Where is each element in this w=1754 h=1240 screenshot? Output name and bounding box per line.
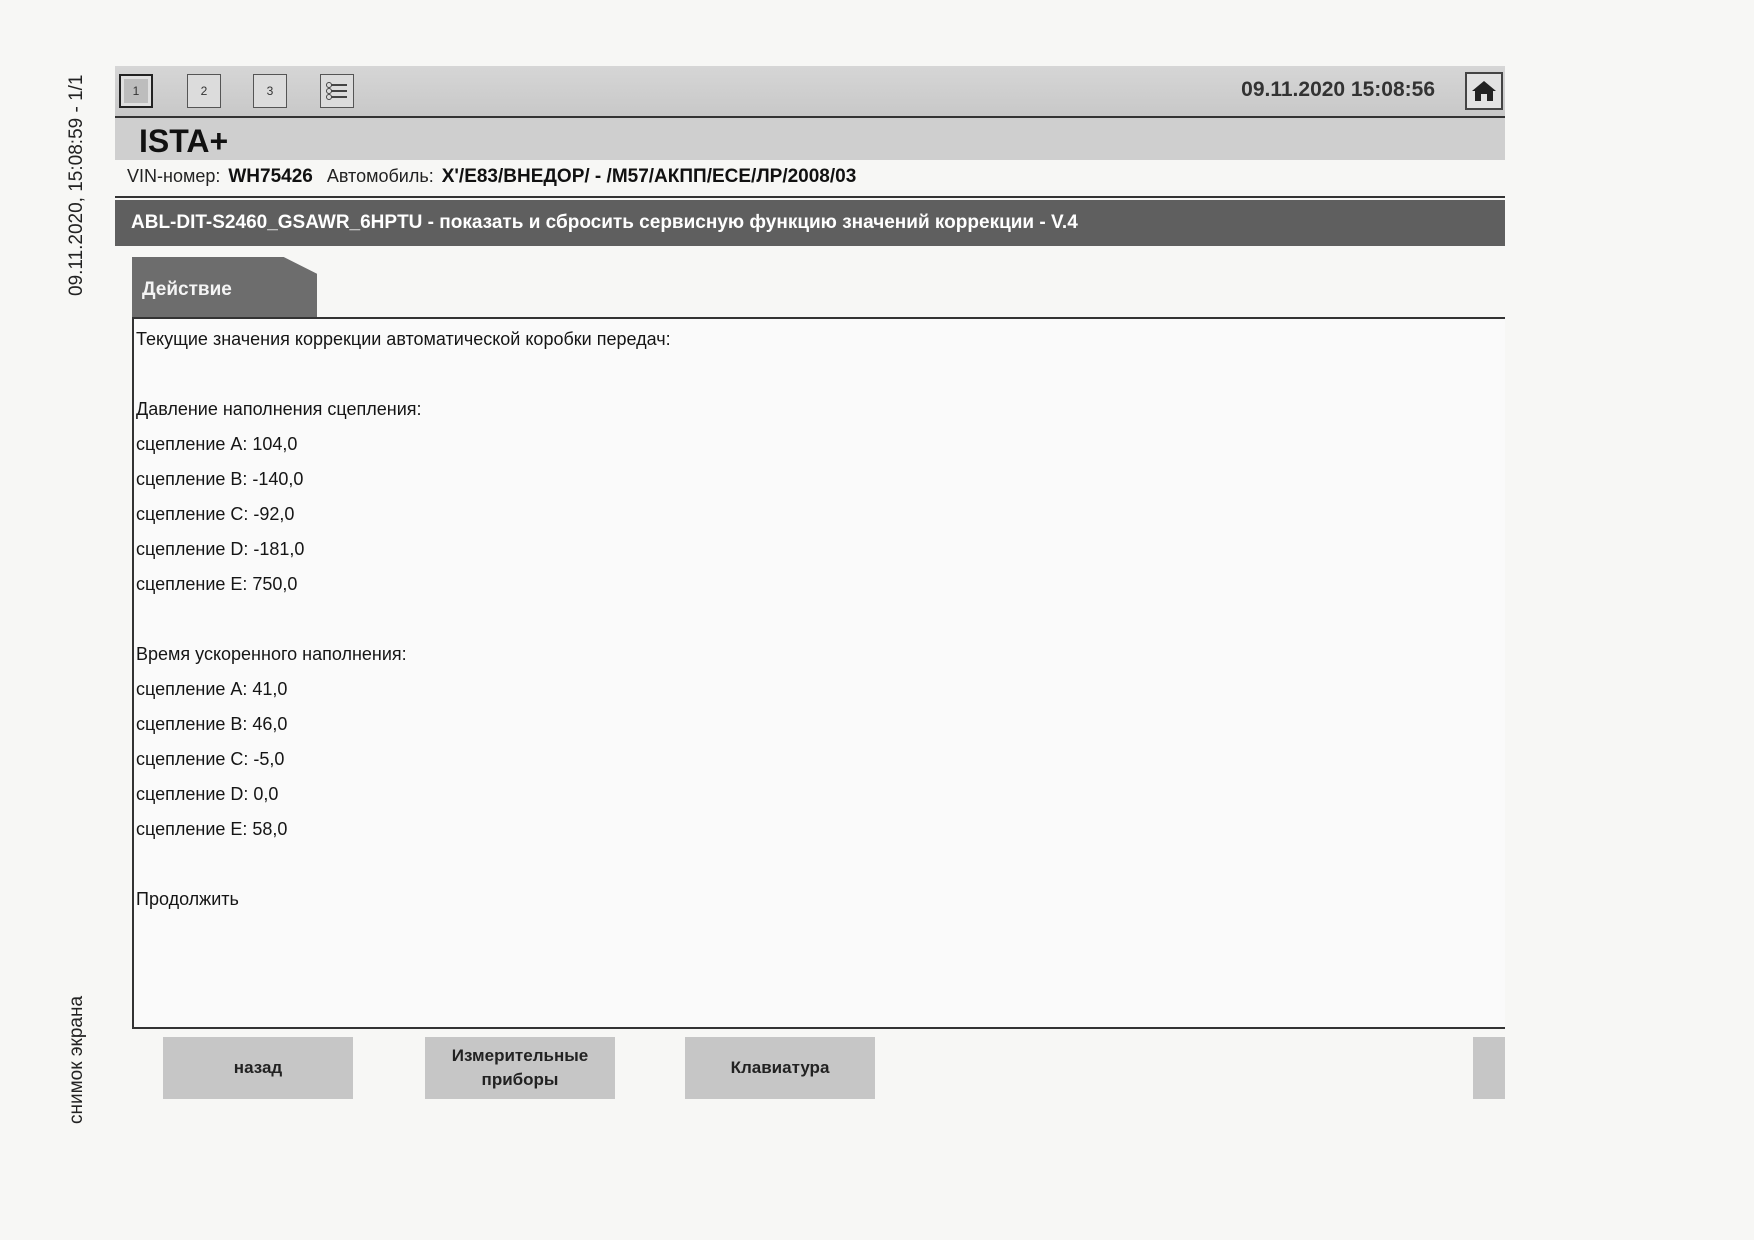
car-label: Автомобиль: bbox=[326, 166, 434, 186]
content-panel: Текущие значения коррекции автоматическо… bbox=[132, 317, 1505, 1029]
keyboard-button[interactable]: Клавиатура bbox=[685, 1037, 875, 1099]
scroll-right-button[interactable] bbox=[1473, 1037, 1505, 1099]
vin-value: WH75426 bbox=[228, 166, 313, 187]
measuring-instruments-label-2: приборы bbox=[481, 1070, 559, 1089]
tab-action[interactable]: Действие bbox=[132, 257, 317, 317]
back-button[interactable]: назад bbox=[163, 1037, 353, 1099]
home-icon[interactable] bbox=[1465, 72, 1503, 110]
measuring-instruments-label-1: Измерительные bbox=[451, 1046, 589, 1065]
fast-fill-clutch-e: сцепление E: 58,0 bbox=[136, 819, 288, 839]
function-title-bar: ABL-DIT-S2460_GSAWR_6HPTU - показать и с… bbox=[115, 200, 1505, 246]
top-toolbar: 1 2 3 09.11.2020 15:08:56 bbox=[115, 66, 1505, 118]
fast-fill-clutch-b: сцепление B: 46,0 bbox=[136, 714, 288, 734]
vehicle-info-bar: VIN-номер: WH75426 Автомобиль: X'/E83/ВНЕДО… bbox=[115, 166, 1505, 198]
app-header: ISTA+ bbox=[115, 118, 1505, 160]
measuring-instruments-button[interactable]: Измерительные приборы bbox=[425, 1037, 615, 1099]
screen-3-button[interactable]: 3 bbox=[253, 74, 287, 108]
scan-caption: снимок экрана bbox=[66, 995, 87, 1124]
car-value: X'/E83/ВНЕДОР/ - /M57/АКПП/ЕСЕ/ЛР/2008/0… bbox=[441, 166, 857, 187]
footer-bar: назад Измерительные приборы Клавиатура bbox=[115, 1037, 1505, 1101]
fast-fill-clutch-a: сцепление A: 41,0 bbox=[136, 679, 288, 699]
app-title: ISTA+ bbox=[139, 123, 229, 159]
fast-fill-heading: Время ускоренного наполнения: bbox=[136, 644, 407, 664]
fill-pressure-clutch-b: сцепление B: -140,0 bbox=[136, 469, 304, 489]
fill-pressure-clutch-e: сцепление E: 750,0 bbox=[136, 574, 298, 594]
screen-1-button[interactable]: 1 bbox=[119, 74, 153, 108]
list-icon[interactable] bbox=[320, 74, 354, 108]
continue-prompt: Продолжить bbox=[136, 889, 239, 909]
screen-2-button[interactable]: 2 bbox=[187, 74, 221, 108]
intro-text: Текущие значения коррекции автоматическо… bbox=[136, 329, 671, 349]
fill-pressure-heading: Давление наполнения сцепления: bbox=[136, 399, 422, 419]
fill-pressure-clutch-a: сцепление A: 104,0 bbox=[136, 434, 298, 454]
current-datetime: 09.11.2020 15:08:56 bbox=[1241, 78, 1435, 101]
fill-pressure-clutch-d: сцепление D: -181,0 bbox=[136, 539, 305, 559]
fast-fill-clutch-d: сцепление D: 0,0 bbox=[136, 784, 279, 804]
scan-timestamp: 09.11.2020, 15:08:59 - 1/1 bbox=[66, 74, 87, 297]
ista-window: 1 2 3 09.11.2020 15:08:56 ISTA+ VIN-номе… bbox=[115, 66, 1505, 1106]
fast-fill-clutch-c: сцепление C: -5,0 bbox=[136, 749, 285, 769]
vin-label: VIN-номер: bbox=[127, 166, 221, 186]
fill-pressure-clutch-c: сцепление C: -92,0 bbox=[136, 504, 295, 524]
